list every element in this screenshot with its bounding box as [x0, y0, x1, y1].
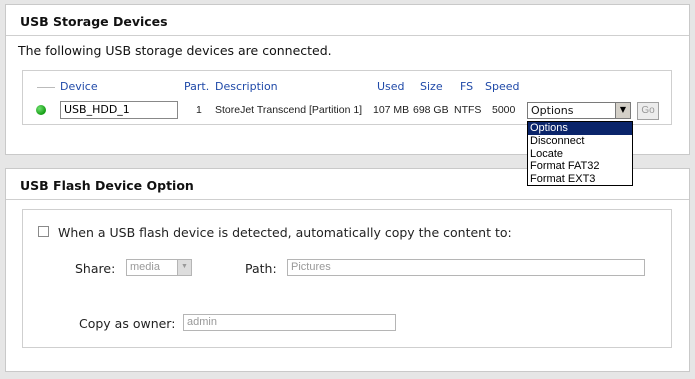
device-speed: 5000	[492, 104, 516, 116]
device-name-input[interactable]: USB_HDD_1	[60, 101, 178, 119]
go-button[interactable]: Go	[637, 102, 659, 120]
dropdown-option-format-ext3[interactable]: Format EXT3	[528, 173, 632, 186]
device-status-icon	[36, 105, 46, 115]
device-description: StoreJet Transcend [Partition 1]	[215, 104, 363, 116]
col-header-fs: FS	[460, 80, 474, 93]
col-header-device: Device	[60, 80, 98, 93]
options-dropdown-list: Options Disconnect Locate Format FAT32 F…	[527, 121, 633, 186]
col-header-used: Used	[377, 80, 405, 93]
dropdown-option-format-fat32[interactable]: Format FAT32	[528, 160, 632, 173]
path-label: Path:	[245, 261, 277, 276]
usb-storage-subtitle: The following USB storage devices are co…	[18, 43, 332, 58]
chevron-down-icon[interactable]: ▼	[615, 103, 630, 118]
usb-storage-title: USB Storage Devices	[6, 5, 689, 36]
status-header-dash	[37, 87, 55, 88]
chevron-down-icon[interactable]: ▼	[177, 260, 191, 275]
device-part: 1	[196, 104, 202, 116]
device-fs: NTFS	[454, 104, 482, 116]
dropdown-option-disconnect[interactable]: Disconnect	[528, 135, 632, 148]
share-label: Share:	[75, 261, 116, 276]
owner-label: Copy as owner:	[79, 316, 176, 331]
col-header-part: Part.	[184, 80, 210, 93]
path-input[interactable]: Pictures	[287, 259, 645, 276]
share-select-value: media	[130, 261, 160, 273]
dropdown-option-options[interactable]: Options	[528, 122, 632, 135]
auto-copy-checkbox[interactable]	[38, 226, 49, 237]
col-header-size: Size	[420, 80, 443, 93]
share-select[interactable]: media ▼	[126, 259, 192, 276]
device-used: 107 MB	[373, 104, 410, 116]
auto-copy-label: When a USB flash device is detected, aut…	[58, 225, 512, 240]
options-select-value: Options	[531, 104, 574, 117]
col-header-description: Description	[215, 80, 278, 93]
options-select[interactable]: Options ▼	[527, 102, 631, 119]
col-header-speed: Speed	[485, 80, 520, 93]
owner-input[interactable]: admin	[183, 314, 396, 331]
device-size: 698 GB	[413, 104, 449, 116]
dropdown-option-locate[interactable]: Locate	[528, 148, 632, 161]
